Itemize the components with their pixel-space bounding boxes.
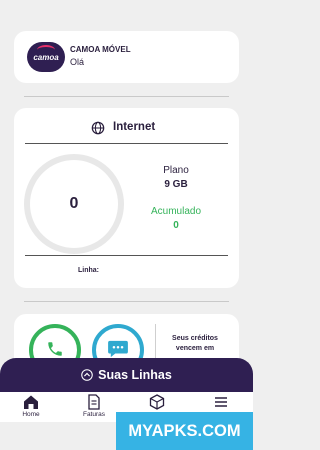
credits-line-1: Seus créditos	[172, 335, 218, 342]
logo-swoosh	[37, 45, 55, 55]
nav-home[interactable]: Home	[8, 394, 54, 418]
usage-value: 0	[69, 195, 79, 212]
credits-line-2: vencem em	[175, 345, 215, 352]
nav-services[interactable]	[134, 394, 180, 410]
home-icon	[24, 395, 38, 409]
brand-name: CAMOA MÓVEL	[70, 45, 131, 54]
internet-card: Internet 0 Plano 9 GB Acumulado 0 Linha:	[14, 108, 239, 288]
greeting: Olá	[70, 57, 85, 67]
line-label: Linha:	[78, 267, 99, 274]
nav-menu[interactable]	[198, 394, 244, 410]
nav-home-label: Home	[22, 411, 40, 418]
accumulated-label: Acumulado	[150, 206, 202, 217]
nav-invoices[interactable]: Faturas	[71, 394, 117, 418]
credits-text: Seus créditos vencem em	[160, 334, 230, 354]
divider	[24, 301, 229, 302]
globe-icon	[91, 121, 105, 135]
plan-value: 9 GB	[164, 179, 188, 190]
lines-label: Suas Linhas	[98, 368, 172, 382]
lines-toggle-bar[interactable]: Suas Linhas	[0, 358, 253, 392]
box-icon	[149, 394, 165, 410]
internet-title: Internet	[113, 121, 156, 133]
accumulated-value: 0	[173, 220, 179, 231]
menu-icon	[215, 397, 227, 407]
profile-card: camoa CAMOA MÓVEL Olá	[14, 31, 239, 83]
watermark: MYAPKS.COM	[116, 412, 253, 450]
plan-label: Plano	[163, 165, 189, 176]
document-icon	[88, 394, 100, 410]
nav-invoices-label: Faturas	[82, 411, 106, 418]
camoa-logo: camoa	[27, 42, 65, 72]
divider	[25, 143, 228, 144]
chat-bubble-icon	[108, 340, 128, 358]
chevron-up-circle-icon	[81, 369, 93, 381]
divider	[24, 96, 229, 97]
phone-icon	[48, 342, 62, 356]
divider	[25, 255, 228, 256]
